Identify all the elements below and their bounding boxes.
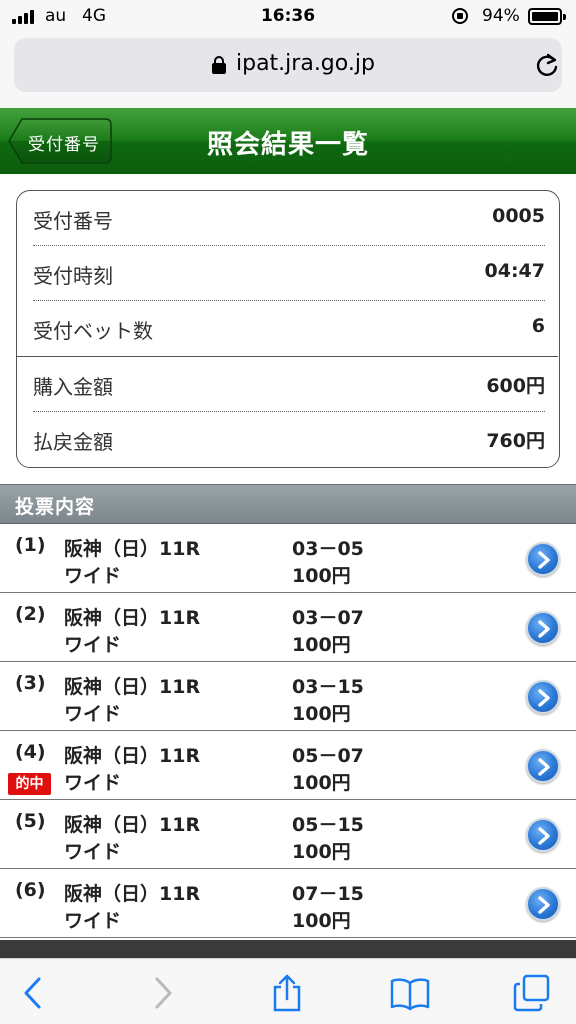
battery-percentage: 94%: [482, 6, 520, 26]
hit-badge: 的中: [8, 773, 51, 795]
bet-row[interactable]: (1) 阪神（日）11R ワイド 03－05 100円: [0, 524, 576, 593]
bet-amount: 100円: [292, 565, 351, 587]
bet-type: ワイド: [64, 772, 122, 794]
bet-number: (3): [15, 672, 46, 694]
battery-icon: [528, 8, 566, 25]
receipt-number-label: 受付番号: [33, 209, 113, 233]
bet-type: ワイド: [64, 634, 122, 656]
bet-race: 阪神（日）11R: [64, 607, 201, 629]
bet-amount: 100円: [292, 634, 351, 656]
bet-amount: 100円: [292, 910, 351, 932]
chevron-circle-right-icon[interactable]: [526, 680, 560, 714]
bet-amount: 100円: [292, 703, 351, 725]
bet-combination: 05－07: [292, 745, 364, 767]
bet-race: 阪神（日）11R: [64, 745, 201, 767]
receipt-number-row: 受付番号 0005: [33, 191, 545, 246]
bet-row[interactable]: (4) 的中 阪神（日）11R ワイド 05－07 100円: [0, 731, 576, 800]
page-title: 照会結果一覧: [206, 130, 369, 160]
payout-amount-label: 払戻金額: [33, 430, 113, 454]
bet-type: ワイド: [64, 703, 122, 725]
bets-section-title: 投票内容: [15, 496, 96, 518]
bet-combination: 03－07: [292, 607, 364, 629]
bet-amount: 100円: [292, 841, 351, 863]
bet-race: 阪神（日）11R: [64, 883, 201, 905]
bet-row[interactable]: (3) 阪神（日）11R ワイド 03－15 100円: [0, 662, 576, 731]
bet-count-value: 6: [531, 315, 545, 337]
payout-amount-value: 760円: [486, 430, 545, 452]
bet-number: (5): [15, 810, 46, 832]
url-text: ipat.jra.go.jp: [236, 51, 375, 76]
bet-row[interactable]: (6) 阪神（日）11R ワイド 07－15 100円: [0, 869, 576, 938]
tabs-icon[interactable]: [512, 973, 552, 1013]
rotation-lock-icon: [452, 8, 468, 24]
share-icon[interactable]: [267, 973, 307, 1013]
reload-icon[interactable]: [534, 52, 560, 78]
bet-race: 阪神（日）11R: [64, 676, 201, 698]
bet-count-row: 受付ベット数 6: [33, 301, 545, 356]
status-bar: au 4G 16:36 94%: [0, 0, 576, 34]
purchase-amount-row: 購入金額 600円: [33, 357, 545, 412]
receipt-time-row: 受付時刻 04:47: [33, 246, 545, 301]
bet-race: 阪神（日）11R: [64, 538, 201, 560]
chevron-circle-right-icon[interactable]: [526, 542, 560, 576]
bet-combination: 03－05: [292, 538, 364, 560]
receipt-number-value: 0005: [492, 205, 545, 227]
chevron-circle-right-icon[interactable]: [526, 749, 560, 783]
bet-type: ワイド: [64, 565, 122, 587]
bet-race: 阪神（日）11R: [64, 814, 201, 836]
receipt-time-value: 04:47: [484, 260, 545, 282]
bet-number: (1): [15, 534, 46, 556]
browser-address-bar: ipat.jra.go.jp: [0, 34, 576, 108]
url-field[interactable]: ipat.jra.go.jp: [14, 38, 562, 92]
chevron-circle-right-icon[interactable]: [526, 887, 560, 921]
bet-list: (1) 阪神（日）11R ワイド 03－05 100円 (2) 阪神（日）11R…: [0, 524, 576, 938]
bet-count-label: 受付ベット数: [33, 319, 153, 343]
lock-icon: [212, 56, 226, 74]
receipt-time-label: 受付時刻: [33, 264, 113, 288]
purchase-amount-label: 購入金額: [33, 375, 113, 399]
browser-toolbar: [0, 958, 576, 1024]
bet-amount: 100円: [292, 772, 351, 794]
chevron-right-icon[interactable]: [142, 973, 182, 1013]
summary-card: 受付番号 0005 受付時刻 04:47 受付ベット数 6 購入金額 600円 …: [16, 190, 560, 468]
payout-amount-row: 払戻金額 760円: [33, 412, 545, 467]
chevron-circle-right-icon[interactable]: [526, 611, 560, 645]
book-icon[interactable]: [390, 973, 430, 1013]
page-footer-strip: [0, 940, 576, 958]
bet-combination: 05－15: [292, 814, 364, 836]
bet-type: ワイド: [64, 910, 122, 932]
app-header: 受付番号 照会結果一覧: [0, 108, 576, 174]
chevron-left-icon[interactable]: [14, 973, 54, 1013]
chevron-circle-right-icon[interactable]: [526, 818, 560, 852]
bet-row[interactable]: (5) 阪神（日）11R ワイド 05－15 100円: [0, 800, 576, 869]
bet-type: ワイド: [64, 841, 122, 863]
bet-number: (6): [15, 879, 46, 901]
bet-number: (2): [15, 603, 46, 625]
bet-combination: 07－15: [292, 883, 364, 905]
bet-combination: 03－15: [292, 676, 364, 698]
bet-row[interactable]: (2) 阪神（日）11R ワイド 03－07 100円: [0, 593, 576, 662]
purchase-amount-value: 600円: [486, 375, 545, 397]
bets-section-header: 投票内容: [0, 484, 576, 524]
bet-number: (4): [15, 741, 46, 763]
